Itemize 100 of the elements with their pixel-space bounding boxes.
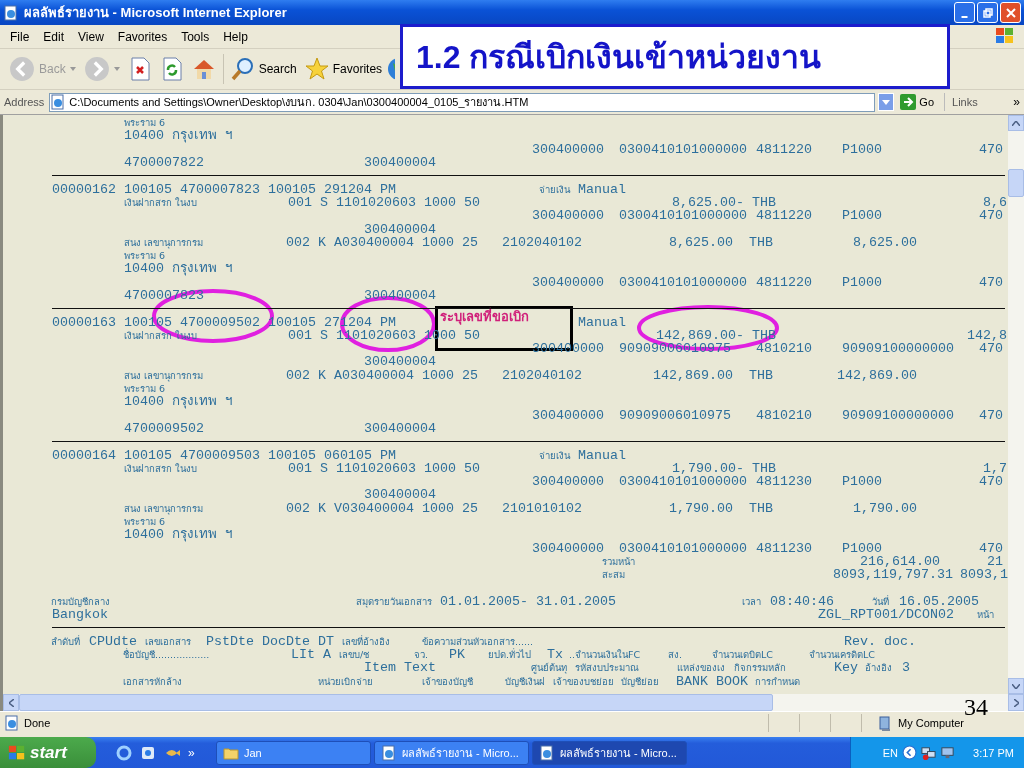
report-text: พระราม 6 <box>124 116 166 130</box>
scroll-thumb[interactable] <box>1008 169 1024 197</box>
taskbar-button[interactable]: ผลลัพธ์รายงาน - Micro... <box>532 740 687 765</box>
report-text: THB <box>749 501 773 515</box>
report-text: เลขบ/ช <box>339 648 370 661</box>
maximize-button[interactable] <box>977 2 998 23</box>
report-text: 8,6 <box>983 195 1007 209</box>
report-text: พระราม 6 <box>124 249 166 263</box>
report-text: หน้า <box>977 608 994 622</box>
report-text: 8093,119,797.31 <box>833 568 953 582</box>
report-text: บัญชีเงินฝ <box>505 674 545 688</box>
restore-icon <box>982 7 993 18</box>
report-text: Manual <box>578 182 626 196</box>
vertical-scrollbar[interactable] <box>1008 115 1024 694</box>
scroll-left-button[interactable] <box>3 694 19 711</box>
report-text: ZGL_RPT001/DCON02 <box>818 608 954 622</box>
caret-icon <box>69 67 76 71</box>
report-text: 16.05.2005 <box>899 594 979 608</box>
menu-item[interactable]: Tools <box>174 29 217 44</box>
go-button[interactable]: Go <box>897 94 938 110</box>
report-text: เลขเอกสาร <box>145 634 191 648</box>
report-text: BANK BOOK <box>676 674 748 688</box>
page-icon <box>50 94 67 110</box>
menu-item[interactable]: Favorites <box>110 29 175 44</box>
report-text: พระราม 6 <box>124 515 166 529</box>
chevron-left-icon[interactable] <box>902 745 918 760</box>
report-text: 8,625.00- THB <box>672 195 776 209</box>
report-text: 4810210 <box>756 408 812 422</box>
links-button[interactable]: Links <box>952 96 978 108</box>
report-text: 4810210 <box>756 342 812 356</box>
report-text: ข้อความส่วนหัวเอกสาร...... <box>422 634 534 648</box>
report-text: 0300410101000000 <box>619 209 747 223</box>
report-text: 10400 กรุงเทพ ฯ <box>124 395 232 409</box>
chevron-button[interactable]: » <box>188 745 195 760</box>
scroll-thumb[interactable] <box>19 694 773 711</box>
address-field[interactable]: C:\Documents and Settings\Owner\Desktop\งบนก. 0304\Jan\0300400004_0105_รายงาน.HTM <box>49 92 876 112</box>
report-text: 0300410101000000 <box>619 475 747 489</box>
report-text: 90909100000000 <box>842 408 954 422</box>
report-text: 90909006010975 <box>619 408 731 422</box>
report-text: 001 S 1101020603 1000 50 <box>288 461 480 475</box>
search-icon <box>230 57 255 81</box>
report-text: 08:40:46 <box>770 594 834 608</box>
search-button[interactable]: Search <box>227 52 300 86</box>
favorites-button[interactable]: Favorites <box>301 52 386 86</box>
report-text: 0300410101000000 <box>619 275 747 289</box>
window-title: ผลลัพธ์รายงาน - Microsoft Internet Explorer <box>24 4 287 22</box>
page-icon <box>539 744 555 761</box>
menu-item[interactable]: Edit <box>36 29 72 44</box>
report-text: THB <box>749 368 773 382</box>
report-text: สนง เลขานุการกรม <box>124 368 204 382</box>
report-text: LIt A <box>291 648 331 661</box>
page-icon <box>3 4 19 21</box>
report-text: Bangkok <box>52 608 108 622</box>
scroll-right-button[interactable] <box>1008 694 1024 711</box>
report-text: 470 <box>979 142 1003 156</box>
report-text: 470 <box>979 275 1003 289</box>
report-text: Manual <box>578 448 626 462</box>
report-text: การกำหนด <box>755 674 800 688</box>
report-text: 470 <box>979 475 1003 489</box>
menu-item[interactable]: File <box>3 29 37 44</box>
report-text: Tx <box>547 648 563 661</box>
report-text: 0300410101000000 <box>619 541 747 555</box>
taskbar-button[interactable]: ผลลัพธ์รายงาน - Micro... <box>374 740 529 765</box>
report-text: 300400004 <box>364 488 436 502</box>
network-icon[interactable] <box>921 745 937 760</box>
report-text: รหัสงบประมาณ <box>575 661 639 675</box>
report-text: 300400004 <box>364 355 436 369</box>
status-text: Done <box>24 717 51 729</box>
app-icon[interactable] <box>140 744 156 761</box>
report-text: 142,869.00 <box>837 368 917 382</box>
report-text: กิจกรรมหลัก <box>734 661 786 675</box>
browser-icon[interactable] <box>116 744 132 761</box>
report-text: 470 <box>979 209 1003 223</box>
scroll-down-button[interactable] <box>1008 678 1024 694</box>
report-text: 001 S 1101020603 1000 50 <box>288 195 480 209</box>
menu-item[interactable]: Help <box>216 29 255 44</box>
report-text: 300400000 <box>532 475 604 489</box>
report-text: 2102040102 <box>502 235 582 249</box>
report-text: 4700009502 <box>124 421 204 435</box>
report-text: 4811220 <box>756 275 812 289</box>
menu-item[interactable]: View <box>71 29 111 44</box>
report-text: ..จำนวนเงินในFC <box>569 648 641 661</box>
report-text: P1000 <box>842 209 882 223</box>
close-button[interactable] <box>1000 2 1021 23</box>
report-text: THB <box>749 235 773 249</box>
zone-text: My Computer <box>897 717 964 729</box>
scroll-up-button[interactable] <box>1008 115 1024 131</box>
report-text: ชื่อบัญชี.................. <box>123 648 210 661</box>
report-text: 4811220 <box>756 209 812 223</box>
report-text: 2101010102 <box>502 501 582 515</box>
report-text: 01.01.2005- 31.01.2005 <box>440 594 616 608</box>
report-text: 8,625.00 <box>853 235 917 249</box>
taskbar-button[interactable]: Jan <box>216 740 371 765</box>
chevron-up-icon <box>1012 120 1020 126</box>
monitor-icon[interactable] <box>940 745 956 760</box>
minimize-button[interactable] <box>954 2 975 23</box>
report-text: หน่วยเบิกจ่าย <box>318 674 373 688</box>
dropdown-button[interactable] <box>878 93 895 111</box>
chevron-button[interactable]: » <box>1013 95 1020 109</box>
report-text: จำนวนเครดิตLC <box>809 648 875 661</box>
